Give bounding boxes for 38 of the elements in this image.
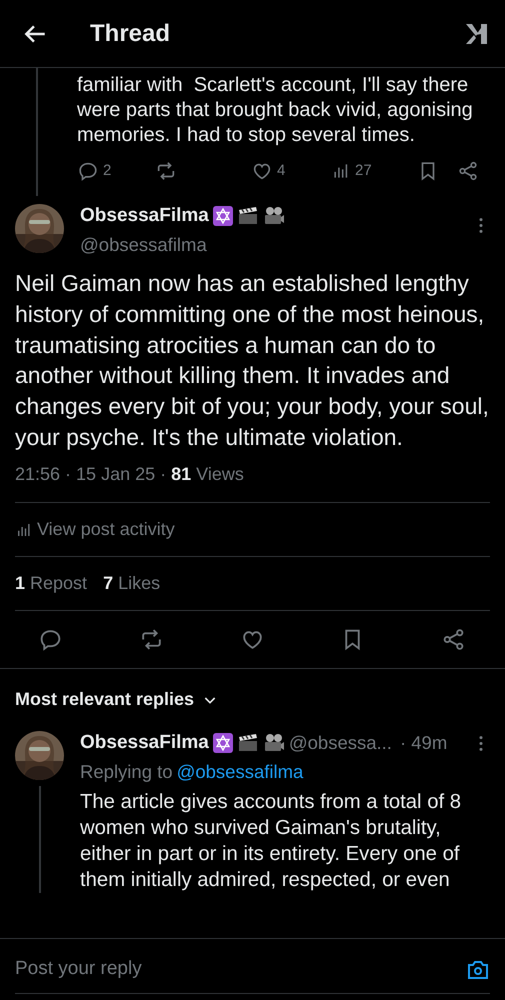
share-icon <box>457 160 479 182</box>
display-name[interactable]: ObsessaFilma <box>80 729 209 758</box>
more-options-icon <box>479 218 483 233</box>
sort-replies-button[interactable]: Most relevant replies <box>15 689 218 712</box>
mention-link[interactable]: @obsessafilma <box>176 758 304 786</box>
star-of-david-icon <box>212 206 233 226</box>
more-options-icon <box>479 736 483 751</box>
post-time: · 49m <box>400 731 448 756</box>
share-icon <box>441 627 466 652</box>
reply-button[interactable] <box>38 627 63 652</box>
reply-icon <box>38 627 63 652</box>
reply-text: The article gives accounts from a total of 8 women who survived Gaiman's brutality, either in part or in its entirety. Every one of them initially admired, respected, or even <box>80 790 462 894</box>
like-button[interactable]: 4 <box>251 160 331 182</box>
reply-input[interactable]: Post your reply <box>15 955 235 984</box>
replying-label: Replying to <box>80 760 173 784</box>
film-projector-icon <box>262 206 285 226</box>
user-handle[interactable]: @obsessa... <box>288 729 392 758</box>
post-timestamp: 21:56 · 15 Jan 25 · 81 Views <box>15 463 245 486</box>
likes-link[interactable]: 7 Likes <box>103 570 160 598</box>
post-text: familiar with Scarlett's account, I'll say there were parts that brought back vivid, agonising memories. I had to stop several times. <box>77 73 474 148</box>
more-button[interactable] <box>479 218 483 233</box>
views-button[interactable]: 27 <box>331 161 409 181</box>
user-handle[interactable]: @obsessafilma <box>80 230 463 258</box>
post-activity-link[interactable]: View post activity <box>15 516 175 544</box>
clapperboard-icon <box>236 206 259 226</box>
post-text: Neil Gaiman now has an established lengthy history of committing one of the most heinous, traumatising atrocities a human can do to another without killing them. It invades and changes every bit of you; your body, your soul, your psyche. It's the ultimate violation. <box>15 269 490 452</box>
reply-button[interactable]: 2 <box>77 160 155 182</box>
share-button[interactable] <box>457 160 479 182</box>
reply-icon <box>77 160 99 182</box>
more-button[interactable] <box>479 736 483 751</box>
film-projector-icon <box>262 733 285 754</box>
display-name[interactable]: ObsessaFilma <box>80 202 209 230</box>
star-of-david-icon <box>212 733 233 754</box>
reposts-link[interactable]: 1 Repost <box>15 570 88 598</box>
page-title: Thread <box>90 18 170 48</box>
repost-icon <box>155 160 177 182</box>
share-button[interactable] <box>441 627 466 652</box>
clapperboard-icon <box>236 733 259 754</box>
